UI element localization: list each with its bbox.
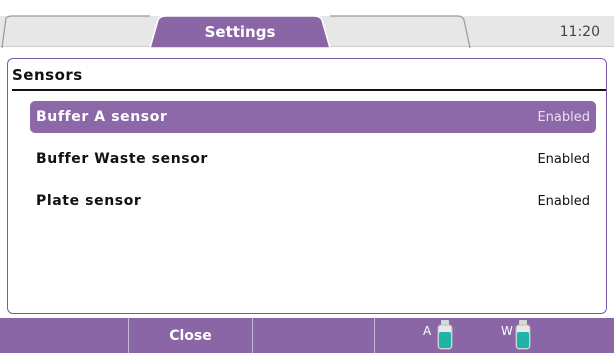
bottom-button-empty-2[interactable] [252, 318, 374, 353]
list-item-label: Buffer Waste sensor [36, 151, 208, 167]
list-item-status: Enabled [537, 109, 590, 125]
panel-title: Sensors [12, 66, 83, 84]
tab-left-edge [1, 15, 150, 49]
bottle-a-label: A [423, 324, 432, 338]
list-item-label: Buffer A sensor [36, 109, 168, 125]
list-item-status: Enabled [537, 151, 590, 167]
list-item-plate-sensor[interactable]: Plate sensor Enabled [30, 185, 596, 217]
bottle-w-label: W [501, 324, 513, 338]
list-item-status: Enabled [537, 193, 590, 209]
top-bar: Settings 11:20 [0, 0, 614, 50]
sensors-settings-screen: Settings 11:20 Sensors Buffer A sensor E… [0, 0, 614, 353]
bottle-icon [437, 320, 453, 350]
list-item-buffer-a-sensor[interactable]: Buffer A sensor Enabled [30, 101, 596, 133]
tab-right-edge [330, 15, 471, 49]
bottle-icon [515, 320, 531, 350]
close-button[interactable]: Close [128, 318, 252, 353]
panel-title-divider [12, 89, 606, 91]
list-item-label: Plate sensor [36, 193, 142, 209]
bottle-status-area [374, 318, 614, 353]
list-item-buffer-waste-sensor[interactable]: Buffer Waste sensor Enabled [30, 143, 596, 175]
clock-display: 11:20 [559, 24, 600, 40]
bottom-button-empty-1[interactable] [0, 318, 128, 353]
tab-settings[interactable]: Settings [160, 20, 320, 44]
